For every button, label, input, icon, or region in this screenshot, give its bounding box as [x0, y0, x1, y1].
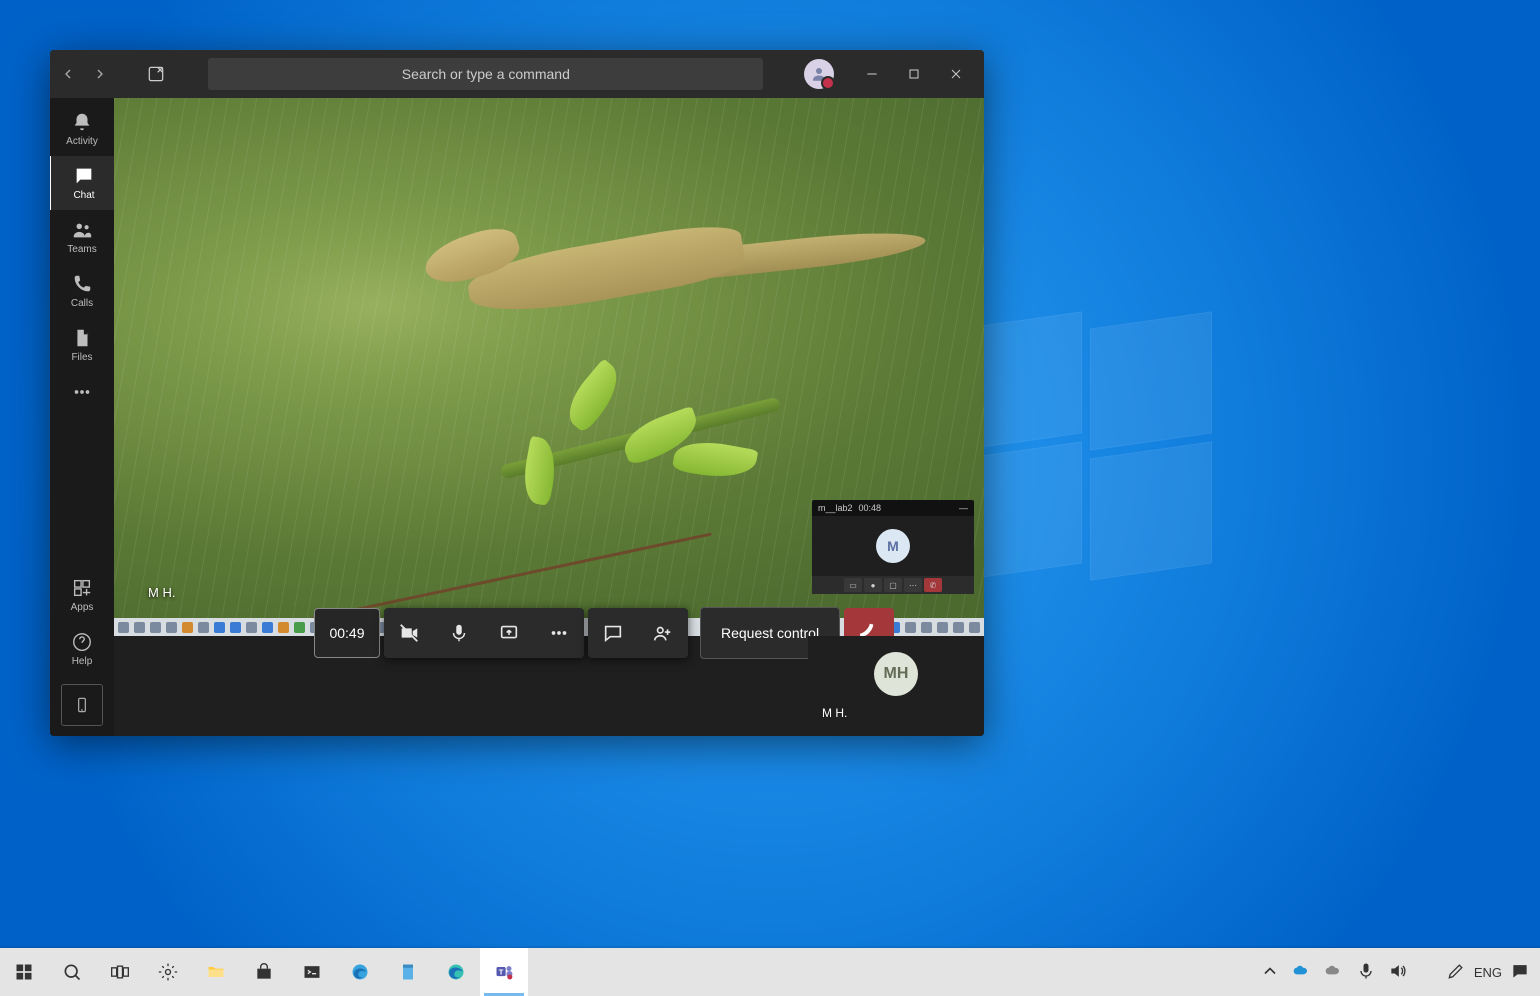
taskbar-edge-legacy[interactable]	[336, 948, 384, 996]
remote-pip[interactable]: m__lab2 00:48 — M ▭ ● ▢ ⋯	[812, 500, 974, 594]
tray-volume-icon[interactable]	[1388, 961, 1408, 984]
pip-minimize-icon[interactable]: —	[959, 503, 968, 513]
taskbar-settings[interactable]	[144, 948, 192, 996]
app-rail: Activity Chat Teams Calls Files	[50, 98, 114, 736]
window-maximize-button[interactable]	[894, 50, 934, 98]
call-controls	[384, 608, 584, 658]
remote-desktop-wallpaper: M H. m__lab2 00:48 — M	[114, 98, 984, 618]
share-screen-button[interactable]	[484, 608, 534, 658]
call-timer: 00:49	[314, 608, 380, 658]
presence-busy-icon	[821, 76, 835, 90]
pip-avatar: M	[876, 529, 910, 563]
tray-chevron-up-icon[interactable]	[1260, 961, 1280, 984]
participant-avatar: MH	[874, 652, 918, 696]
tray-language[interactable]: ENG	[1474, 965, 1502, 980]
tray-ink-icon[interactable]	[1446, 961, 1466, 984]
rail-calls[interactable]: Calls	[50, 264, 114, 318]
tray-onedrive-icon[interactable]	[1292, 961, 1312, 984]
tray-notifications-icon[interactable]	[1510, 961, 1530, 984]
pip-share-icon[interactable]: ▢	[884, 578, 902, 592]
shared-screen-view[interactable]: M H. m__lab2 00:48 — M	[114, 98, 984, 636]
pip-timer: 00:48	[859, 503, 882, 513]
rail-files[interactable]: Files	[50, 318, 114, 372]
new-chat-button[interactable]	[140, 58, 172, 90]
windows-taskbar: T ENG	[0, 948, 1540, 996]
sharer-name-overlay: M H.	[148, 585, 175, 600]
windows-logo-wallpaper	[960, 320, 1220, 580]
pip-controls: ▭ ● ▢ ⋯ ✆	[812, 576, 974, 594]
rail-help[interactable]: Help	[50, 622, 114, 676]
taskbar-edge[interactable]	[432, 948, 480, 996]
pip-mic-icon[interactable]: ●	[864, 578, 882, 592]
search-input[interactable]: Search or type a command	[208, 58, 763, 90]
show-participants-button[interactable]	[638, 608, 688, 658]
rail-teams[interactable]: Teams	[50, 210, 114, 264]
taskbar-store[interactable]	[240, 948, 288, 996]
tray-microphone-icon[interactable]	[1356, 961, 1376, 984]
meeting-stage: M H. m__lab2 00:48 — M	[114, 98, 984, 736]
camera-toggle-button[interactable]	[384, 608, 434, 658]
taskbar-teams[interactable]: T	[480, 948, 528, 996]
titlebar: Search or type a command	[50, 50, 984, 98]
rail-apps[interactable]: Apps	[50, 568, 114, 622]
meeting-bottom-bar: 00:49	[114, 636, 984, 736]
pip-name: m__lab2	[818, 503, 853, 513]
task-view-button[interactable]	[96, 948, 144, 996]
pip-more-icon[interactable]: ⋯	[904, 578, 922, 592]
nav-forward-button[interactable]	[86, 60, 114, 88]
window-minimize-button[interactable]	[852, 50, 892, 98]
taskbar-notepad[interactable]	[384, 948, 432, 996]
pip-camera-icon[interactable]: ▭	[844, 578, 862, 592]
start-button[interactable]	[0, 948, 48, 996]
tray-weather-icon[interactable]	[1324, 961, 1344, 984]
svg-text:T: T	[499, 968, 504, 977]
window-close-button[interactable]	[936, 50, 976, 98]
participant-name: M H.	[822, 706, 847, 720]
pip-hangup-icon[interactable]: ✆	[924, 578, 942, 592]
taskbar-file-explorer[interactable]	[192, 948, 240, 996]
show-chat-button[interactable]	[588, 608, 638, 658]
more-actions-button[interactable]	[534, 608, 584, 658]
rail-more[interactable]	[50, 372, 114, 412]
search-placeholder-text: Search or type a command	[402, 66, 570, 82]
lizard-image	[410, 192, 889, 358]
nav-back-button[interactable]	[54, 60, 82, 88]
search-button[interactable]	[48, 948, 96, 996]
rail-activity[interactable]: Activity	[50, 102, 114, 156]
microsoft-teams-window: Search or type a command Activity Chat	[50, 50, 984, 736]
mic-toggle-button[interactable]	[434, 608, 484, 658]
rail-chat[interactable]: Chat	[50, 156, 115, 210]
taskbar-terminal[interactable]	[288, 948, 336, 996]
rail-mobile-button[interactable]	[61, 684, 103, 726]
participant-tile[interactable]: MH M H.	[808, 636, 984, 736]
profile-avatar[interactable]	[804, 59, 834, 89]
